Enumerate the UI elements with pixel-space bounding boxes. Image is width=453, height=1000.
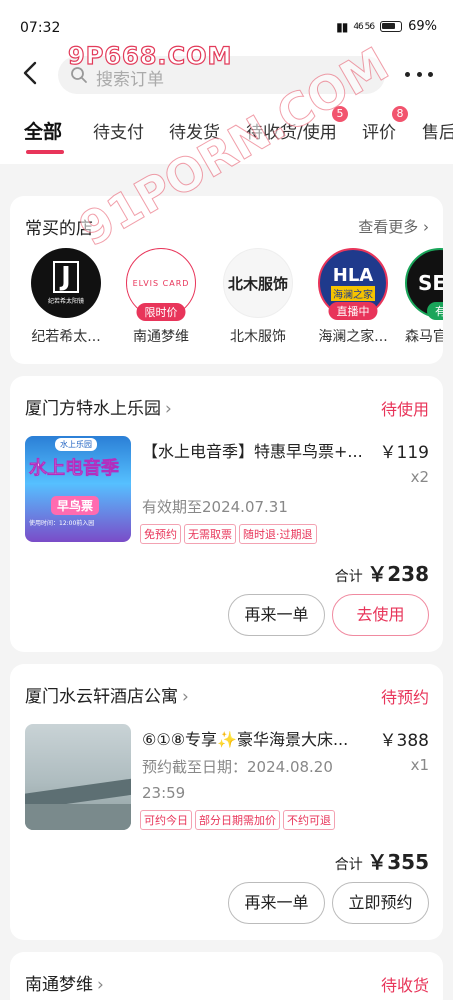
- shop-item[interactable]: J 纪若希太阳镜 纪若希太...: [23, 248, 109, 346]
- tab-badge-receipt: 5: [332, 106, 348, 122]
- watermark-text: 9P668.COM: [67, 41, 233, 70]
- battery-icon: [380, 21, 403, 32]
- service-tags: 免预约 无需取票 随时退·过期退: [140, 524, 317, 544]
- service-tag: 不约可退: [283, 810, 335, 830]
- order-shop-name[interactable]: 南通梦维 ›: [25, 970, 104, 995]
- order-shop-label: 厦门方特水上乐园: [25, 399, 161, 419]
- product-quantity: x1: [410, 756, 429, 774]
- shop-item[interactable]: ELVIS CARD 限时价 南通梦维: [118, 248, 204, 346]
- back-arrow-icon[interactable]: [18, 60, 44, 86]
- order-card[interactable]: 厦门方特水上乐园 › 待使用 水上乐园 水上电音季 早鸟票 使用时间：12:00前…: [10, 376, 443, 652]
- booking-deadline-time: 23:59: [142, 784, 186, 802]
- tab-active-indicator: [26, 150, 64, 154]
- frequent-shops-title: 常买的店: [25, 219, 93, 239]
- see-more-label: 查看更多: [358, 218, 419, 236]
- shop-name: 北木服饰: [230, 329, 286, 345]
- product-name[interactable]: 【水上电音季】特惠早鸟票+...: [142, 438, 372, 462]
- product-image-title: 水上电音季: [29, 458, 120, 480]
- booking-deadline: 预约截至日期：2024.08.20: [142, 758, 333, 776]
- shop-name: 森马官: [405, 329, 443, 345]
- shop-logo: J 纪若希太阳镜: [31, 248, 101, 318]
- service-tag: 部分日期需加价: [195, 810, 280, 830]
- order-status: 待收货: [380, 976, 429, 995]
- product-price: ￥119: [379, 443, 429, 463]
- see-more-link[interactable]: 查看更多 ›: [358, 216, 429, 237]
- order-status: 待使用: [380, 400, 429, 419]
- book-now-button[interactable]: 立即预约: [332, 882, 429, 924]
- product-name[interactable]: ⑥①⑧专享✨豪华海景大床...: [142, 726, 372, 750]
- total-amount: ￥238: [367, 562, 429, 586]
- shop-tag: 有: [427, 302, 443, 320]
- service-tag: 免预约: [140, 524, 181, 544]
- battery-level: 69%: [408, 19, 437, 34]
- shop-item[interactable]: SE 有 森马官: [405, 248, 443, 346]
- order-shop-name[interactable]: 厦门方特水上乐园 ›: [25, 394, 172, 419]
- use-button[interactable]: 去使用: [332, 594, 429, 636]
- product-quantity: x2: [410, 468, 429, 486]
- shop-logo-text: ELVIS CARD: [132, 278, 190, 288]
- shop-logo-caption: 纪若希太阳镜: [47, 298, 84, 305]
- tab-pending-payment[interactable]: 待支付: [93, 118, 144, 143]
- tab-all[interactable]: 全部: [24, 117, 62, 144]
- order-card[interactable]: 南通梦维 › 待收货: [10, 952, 443, 1000]
- tab-pending-receipt[interactable]: 待收货/使用: [246, 118, 337, 143]
- product-price: ￥388: [379, 731, 429, 751]
- tab-after-sales[interactable]: 售后: [422, 118, 453, 143]
- order-shop-label: 南通梦维: [25, 975, 93, 995]
- shop-logo-text: SE: [417, 271, 443, 295]
- product-image-tag: 水上乐园: [55, 438, 97, 451]
- order-shop-name[interactable]: 厦门水云轩酒店公寓 ›: [25, 682, 189, 707]
- order-card[interactable]: 厦门水云轩酒店公寓 › 待预约 ⑥①⑧专享✨豪华海景大床... ￥388 x1 预…: [10, 664, 443, 940]
- total-label: 合计: [334, 857, 363, 873]
- frequent-shops-card: 常买的店 查看更多 › J 纪若希太阳镜 纪若希太... ELVIS CARD …: [10, 196, 443, 364]
- signal-icon: ▮▮: [336, 19, 348, 34]
- status-icons: ▮▮ 46 56 69%: [336, 19, 437, 34]
- shop-logo: ELVIS CARD 限时价: [126, 248, 196, 321]
- shop-name: 南通梦维: [133, 329, 189, 345]
- shop-logo-text: HLA: [332, 264, 374, 286]
- chevron-right-icon: ›: [165, 399, 172, 419]
- service-tag: 可约今日: [140, 810, 192, 830]
- shop-name: 海澜之家...: [318, 329, 388, 345]
- shop-name: 纪若希太...: [31, 329, 101, 345]
- status-time: 07:32: [20, 20, 61, 36]
- total-amount: ￥355: [367, 850, 429, 874]
- shop-item[interactable]: 北木服饰 北木服饰: [215, 248, 301, 346]
- chevron-right-icon: ›: [97, 975, 104, 995]
- order-shop-label: 厦门水云轩酒店公寓: [25, 687, 178, 707]
- shop-tag: 限时价: [136, 303, 186, 321]
- more-options-icon[interactable]: [405, 64, 433, 84]
- shop-logo: 北木服饰: [223, 248, 293, 318]
- tab-pending-shipment[interactable]: 待发货: [169, 118, 220, 143]
- shop-logo: HLA 海澜之家 直播中: [318, 248, 388, 320]
- product-image-badge: 早鸟票: [51, 496, 100, 515]
- order-total: 合计 ￥355: [335, 846, 429, 875]
- shop-logo: SE 有: [405, 248, 443, 320]
- product-image[interactable]: [25, 724, 131, 830]
- chevron-right-icon: ›: [182, 687, 189, 707]
- order-total: 合计 ￥238: [335, 558, 429, 587]
- network-label: 46 56: [353, 21, 375, 32]
- service-tag: 无需取票: [184, 524, 236, 544]
- product-image-sea: [25, 804, 131, 830]
- validity-text: 有效期至2024.07.31: [142, 498, 288, 516]
- shop-tag: 直播中: [328, 302, 378, 320]
- shop-logo-text: 北木服饰: [227, 274, 288, 293]
- reorder-button[interactable]: 再来一单: [228, 882, 325, 924]
- tab-badge-review: 8: [392, 106, 408, 122]
- reorder-button[interactable]: 再来一单: [228, 594, 325, 636]
- order-status: 待预约: [380, 688, 429, 707]
- product-image-footer: 使用时间：12:00前入园: [29, 520, 95, 527]
- service-tags: 可约今日 部分日期需加价 不约可退: [140, 810, 335, 830]
- shop-logo-letter: J: [52, 261, 79, 293]
- service-tag: 随时退·过期退: [239, 524, 317, 544]
- order-tabs: 全部 待支付 待发货 待收货/使用 5 评价 8 售后: [0, 98, 453, 164]
- product-image[interactable]: 水上乐园 水上电音季 早鸟票 使用时间：12:00前入园: [25, 436, 131, 542]
- chevron-right-icon: ›: [423, 218, 429, 236]
- shop-item[interactable]: HLA 海澜之家 直播中 海澜之家...: [310, 248, 396, 346]
- total-label: 合计: [334, 569, 363, 585]
- tab-review[interactable]: 评价: [362, 118, 396, 143]
- shop-logo-caption: 海澜之家: [331, 285, 375, 301]
